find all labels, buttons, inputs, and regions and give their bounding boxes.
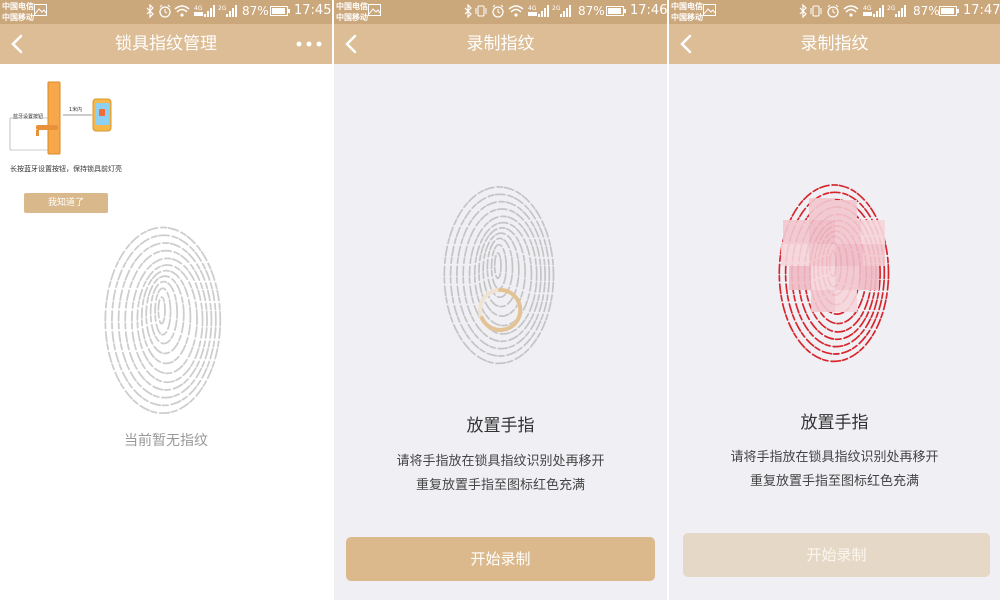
- carrier-labels: 中国电信 中国移动: [336, 1, 368, 23]
- loading-ring-icon: [478, 287, 523, 332]
- network-label-1: 4G: [863, 5, 872, 12]
- start-recording-button-disabled: 开始录制: [683, 533, 990, 577]
- system-icons: 4G 2G: [799, 4, 906, 18]
- more-dots-icon[interactable]: [296, 38, 322, 50]
- carrier-1: 中国电信: [336, 2, 368, 11]
- carrier-labels: 中国电信 中国移动: [2, 1, 34, 23]
- battery-icon: [939, 6, 959, 16]
- network-label-2: 2G: [218, 5, 227, 12]
- signal-icon-1: [204, 5, 215, 17]
- system-icons: 4G 2G: [146, 4, 237, 18]
- start-recording-button[interactable]: 开始录制: [346, 537, 655, 581]
- status-bar: 中国电信 中国移动 4G 2G 87% 17:45: [0, 0, 332, 24]
- nav-bar: 锁具指纹管理: [0, 24, 332, 64]
- clock: 17:47: [963, 3, 1000, 18]
- system-icons: 4G 2G: [464, 4, 571, 18]
- page-title: 锁具指纹管理: [115, 34, 217, 54]
- alarm-icon: [159, 4, 171, 18]
- instruction-line-2: 重复放置手指至图标红色充满: [749, 474, 919, 489]
- instruction-line-1: 请将手指放在锁具指纹识别处再移开: [730, 450, 939, 465]
- alarm-icon: [827, 4, 839, 18]
- battery-percent: 87%: [242, 4, 269, 18]
- network-label-1: 4G: [528, 5, 537, 12]
- screen-record-fingerprint: 中国电信 中国移动 4G 2G 87% 17:46 录制指纹 放置手指 请将手指…: [334, 0, 667, 600]
- fingerprint-icon: [104, 226, 222, 415]
- bluetooth-icon: [464, 4, 472, 18]
- no-fingerprint-text: 当前暂无指纹: [124, 433, 208, 449]
- lock-pairing-diagram: 蓝牙设置按钮 1米内: [9, 81, 112, 155]
- carrier-1: 中国电信: [671, 2, 703, 11]
- signal-icon-2: [560, 5, 571, 17]
- carrier-2: 中国移动: [2, 13, 34, 22]
- network-label-1: 4G: [194, 5, 203, 12]
- wifi-icon: [174, 5, 190, 17]
- instruction-line-1: 请将手指放在锁具指纹识别处再移开: [396, 454, 605, 469]
- screen-fingerprint-management: 中国电信 中国移动 4G 2G 87% 17:45 锁具指纹管理 蓝牙设置按钮 …: [0, 0, 332, 600]
- screen-record-fingerprint-complete: 中国电信 中国移动 4G 2G 87% 17:47 录制指纹 放置手指 请将手指…: [669, 0, 1000, 600]
- wifi-icon: [843, 5, 859, 17]
- place-finger-title: 放置手指: [466, 416, 535, 436]
- gallery-icon: [703, 4, 716, 16]
- vibrate-icon: [475, 5, 487, 17]
- wifi-icon: [508, 5, 524, 17]
- page-title: 录制指纹: [800, 34, 869, 54]
- battery-icon: [606, 6, 626, 16]
- place-finger-title: 放置手指: [800, 413, 869, 433]
- phone-illustration: [92, 98, 112, 132]
- clock: 17:46: [630, 3, 667, 18]
- signal-icon-2: [895, 5, 906, 17]
- carrier-2: 中国移动: [336, 13, 368, 22]
- carrier-labels: 中国电信 中国移动: [671, 1, 703, 23]
- alarm-icon: [492, 4, 504, 18]
- network-label-2: 2G: [887, 5, 896, 12]
- bluetooth-icon: [146, 4, 154, 18]
- gallery-icon: [368, 4, 381, 16]
- fingerprint-icon: [443, 186, 555, 365]
- distance-label: 1米内: [69, 106, 82, 113]
- signal-icon-2: [226, 5, 237, 17]
- clock: 17:45: [294, 3, 332, 18]
- signal-icon-1: [873, 5, 884, 17]
- status-bar: 中国电信 中国移动 4G 2G 87% 17:46: [334, 0, 667, 24]
- network-label-2: 2G: [552, 5, 561, 12]
- status-bar: 中国电信 中国移动 4G 2G 87% 17:47: [669, 0, 1000, 24]
- battery-percent: 87%: [578, 4, 605, 18]
- nav-bar: 录制指纹: [334, 24, 667, 64]
- carrier-2: 中国移动: [671, 13, 703, 22]
- pixelated-mosaic-overlay: [781, 198, 885, 312]
- instruction-line-2: 重复放置手指至图标红色充满: [415, 478, 585, 493]
- instruction-text: 长按蓝牙设置按钮，保持锁具前灯亮: [10, 165, 122, 173]
- got-it-button[interactable]: 我知道了: [24, 193, 108, 213]
- battery-icon: [270, 6, 290, 16]
- signal-icon-1: [538, 5, 549, 17]
- battery-percent: 87%: [913, 4, 940, 18]
- bluetooth-icon: [799, 4, 807, 18]
- gallery-icon: [34, 4, 47, 16]
- carrier-1: 中国电信: [2, 2, 34, 11]
- nav-bar: 录制指纹: [669, 24, 1000, 64]
- vibrate-icon: [810, 5, 822, 17]
- bluetooth-button-label: 蓝牙设置按钮: [13, 113, 43, 120]
- page-title: 录制指纹: [466, 34, 535, 54]
